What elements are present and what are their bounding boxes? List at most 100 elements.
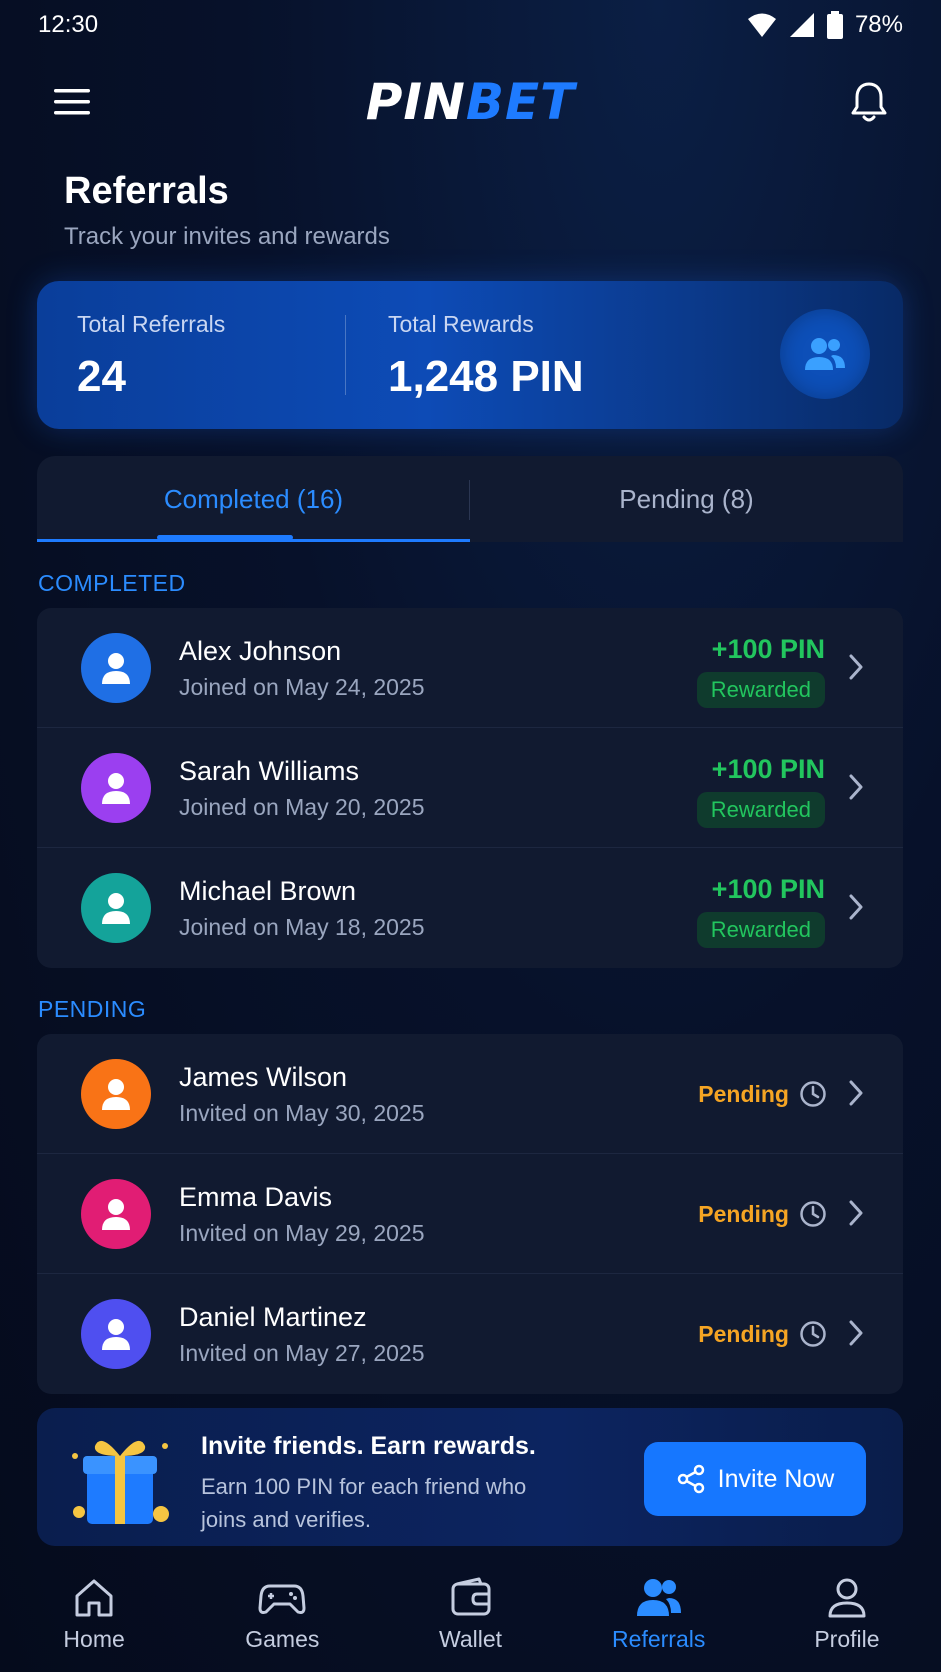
pending-section-label: PENDING [38, 996, 147, 1022]
total-referrals-label: Total Referrals [77, 311, 226, 337]
avatar [81, 1299, 151, 1369]
referral-name: Daniel Martinez [179, 1302, 367, 1332]
pending-list: James Wilson Invited on May 30, 2025 Pen… [37, 1034, 903, 1394]
user-icon [102, 1199, 130, 1230]
logo-pin: PIN [365, 73, 466, 131]
avatar [81, 1059, 151, 1129]
pending-label: Pending [698, 1080, 789, 1107]
user-icon [102, 653, 130, 684]
list-item[interactable]: Sarah Williams Joined on May 20, 2025 +1… [37, 728, 903, 848]
page-title: Referrals [64, 170, 229, 212]
hamburger-icon [54, 89, 90, 115]
chevron-right-icon[interactable] [841, 1198, 871, 1228]
reward-amount: +100 PIN [711, 634, 825, 664]
pending-status: Pending [698, 1200, 827, 1228]
invite-now-button[interactable]: Invite Now [644, 1442, 866, 1516]
nav-label-wallet: Wallet [438, 1626, 503, 1652]
app-logo: PINBET [366, 73, 575, 131]
promo-description: Earn 100 PIN for each friend who joins a… [201, 1474, 527, 1532]
clock-icon [800, 1201, 826, 1227]
signal-icon [789, 13, 814, 37]
nav-item-referrals[interactable]: Referrals [565, 1566, 753, 1672]
menu-button[interactable] [48, 78, 96, 126]
reward-amount: +100 PIN [711, 754, 825, 784]
list-item[interactable]: Daniel Martinez Invited on May 27, 2025 … [37, 1274, 903, 1394]
gift-icon [72, 1440, 169, 1524]
clock-icon [800, 1081, 826, 1107]
chevron-right-icon[interactable] [841, 892, 871, 922]
home-icon [75, 1579, 113, 1617]
total-rewards: Total Rewards 1,248 PIN [388, 311, 584, 402]
page-heading: Referrals Track your invites and rewards [64, 170, 390, 251]
tab-completed-label: Completed (16) [163, 483, 344, 514]
chevron-right-icon[interactable] [841, 652, 871, 682]
referral-tabs: Completed (16) Pending (8) [37, 456, 903, 542]
nav-label-games: Games [245, 1626, 320, 1652]
status-time: 12:30 [38, 11, 99, 38]
referral-name: James Wilson [179, 1062, 348, 1092]
referral-date: Joined on May 24, 2025 [179, 674, 425, 700]
pending-label: Pending [698, 1200, 789, 1227]
user-icon [102, 893, 130, 924]
referral-date: Invited on May 29, 2025 [179, 1220, 425, 1246]
referral-name: Sarah Williams [179, 756, 360, 786]
total-referrals-value: 24 [77, 352, 126, 401]
profile-icon [828, 1578, 866, 1618]
tab-underline [37, 539, 470, 542]
completed-section-label: COMPLETED [38, 570, 186, 596]
app-header: PINBET [0, 62, 941, 142]
nav-label-profile: Profile [814, 1626, 880, 1652]
nav-item-games[interactable]: Games [188, 1566, 376, 1672]
bell-icon [851, 82, 887, 122]
user-icon [102, 1079, 130, 1110]
referral-name: Alex Johnson [179, 636, 342, 666]
clock-icon [800, 1321, 826, 1347]
tab-completed[interactable]: Completed (16) [37, 456, 470, 542]
referral-date: Invited on May 30, 2025 [179, 1100, 425, 1126]
chevron-right-icon[interactable] [841, 772, 871, 802]
completed-list: Alex Johnson Joined on May 24, 2025 +100… [37, 608, 903, 968]
reward-amount: +100 PIN [711, 874, 825, 904]
status-badge: Rewarded [696, 792, 825, 828]
referral-date: Joined on May 18, 2025 [179, 914, 425, 940]
referral-name: Emma Davis [179, 1182, 333, 1212]
list-item[interactable]: Alex Johnson Joined on May 24, 2025 +100… [37, 608, 903, 728]
notifications-button[interactable] [845, 78, 893, 126]
list-item[interactable]: Emma Davis Invited on May 29, 2025 Pendi… [37, 1154, 903, 1274]
total-rewards-value: 1,248 PIN [388, 352, 584, 401]
user-icon [102, 1319, 130, 1350]
list-item[interactable]: James Wilson Invited on May 30, 2025 Pen… [37, 1034, 903, 1154]
battery-level: 78% [854, 11, 903, 38]
nav-item-wallet[interactable]: Wallet [376, 1566, 564, 1672]
chevron-right-icon[interactable] [841, 1078, 871, 1108]
invite-promo-banner: Invite friends. Earn rewards. Earn 100 P… [37, 1408, 903, 1546]
status-badge: Rewarded [696, 912, 825, 948]
avatar [81, 633, 151, 703]
user-icon [102, 773, 130, 804]
referral-users-badge [780, 309, 870, 399]
nav-item-home[interactable]: Home [0, 1566, 188, 1672]
page-subtitle: Track your invites and rewards [64, 223, 390, 250]
avatar [81, 1179, 151, 1249]
status-badge: Rewarded [696, 672, 825, 708]
referral-name: Michael Brown [179, 876, 357, 906]
tab-pending-label: Pending (8) [619, 483, 754, 514]
pending-label: Pending [698, 1320, 789, 1347]
gamepad-icon [258, 1584, 306, 1614]
avatar [81, 873, 151, 943]
referral-summary-card: Total Referrals 24 Total Rewards 1,248 P… [37, 281, 903, 429]
list-item[interactable]: Michael Brown Joined on May 18, 2025 +10… [37, 848, 903, 968]
summary-divider [345, 315, 346, 395]
nav-item-profile[interactable]: Profile [753, 1566, 941, 1672]
promo-title: Invite friends. Earn rewards. [201, 1432, 536, 1460]
tab-pending[interactable]: Pending (8) [470, 456, 903, 542]
logo-bet: BET [465, 73, 576, 131]
status-bar: 12:30 78% [0, 0, 941, 50]
total-referrals: Total Referrals 24 [77, 311, 225, 402]
battery-icon [826, 11, 843, 39]
invite-now-label: Invite Now [717, 1464, 835, 1493]
referral-date: Joined on May 20, 2025 [179, 794, 425, 820]
users-icon [636, 1579, 681, 1616]
status-icons: 78% [747, 11, 903, 39]
chevron-right-icon[interactable] [841, 1318, 871, 1348]
